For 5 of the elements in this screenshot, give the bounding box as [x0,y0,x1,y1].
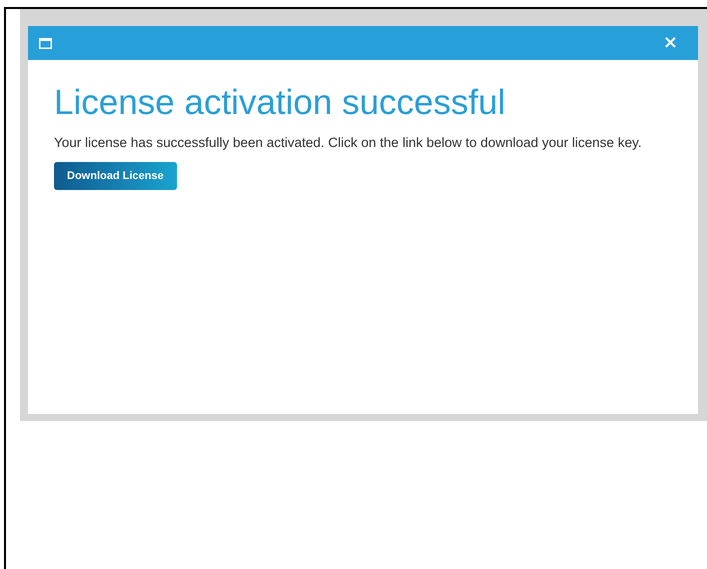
close-button[interactable]: × [662,34,678,52]
download-license-button[interactable]: Download License [54,162,177,190]
dialog-message: Your license has successfully been activated. Click on the link below to download your license key. [54,134,643,152]
window-icon [39,38,52,48]
dialog-title: License activation successful [54,82,506,124]
